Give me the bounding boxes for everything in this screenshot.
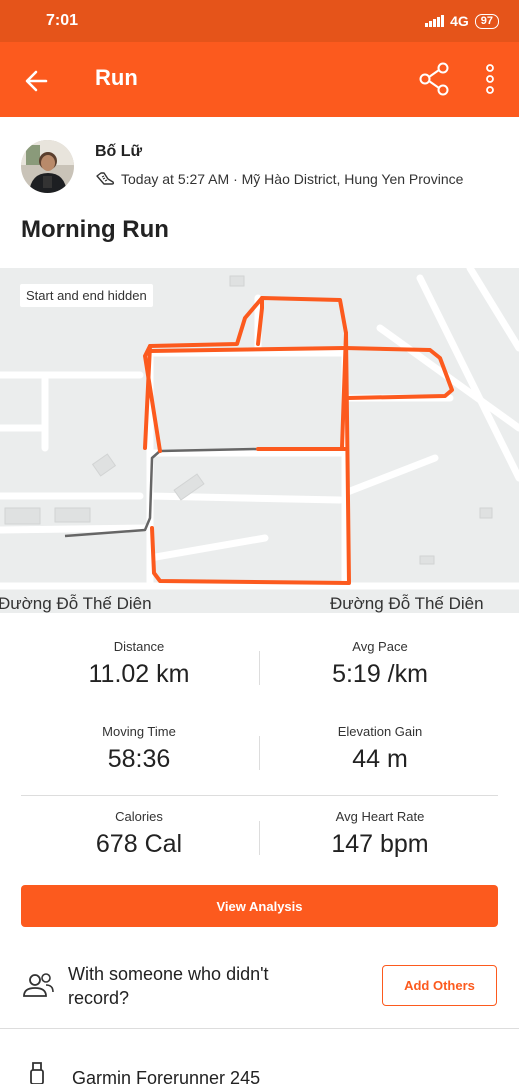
stat-label: Calories bbox=[115, 809, 163, 824]
stat-value: 678 Cal bbox=[95, 830, 183, 858]
activity-title: Morning Run bbox=[21, 216, 169, 243]
stat-value: 147 bpm bbox=[331, 830, 429, 858]
more-options-button[interactable] bbox=[480, 62, 500, 96]
athlete-name[interactable]: Bố Lữ bbox=[95, 143, 142, 161]
stat-divider bbox=[259, 821, 260, 855]
gear-name: Garmin Forerunner 245 bbox=[72, 1068, 261, 1088]
battery-icon: 97 bbox=[474, 13, 499, 29]
street-label-right: Đường Đỗ Thế Diên bbox=[330, 594, 484, 613]
activity-meta: Today at 5:27 AM · Mỹ Hào District, Hung… bbox=[95, 170, 463, 188]
battery-level: 97 bbox=[480, 14, 493, 27]
network-type: 4G bbox=[450, 13, 469, 29]
stat-divider bbox=[259, 736, 260, 770]
back-arrow-icon bbox=[25, 70, 48, 92]
stat-label: Avg Pace bbox=[352, 639, 408, 654]
page-title: Run bbox=[95, 65, 138, 90]
stat-avg-heart-rate: Avg Heart Rate 147 bpm bbox=[270, 809, 490, 859]
stat-elevation-gain: Elevation Gain 44 m bbox=[270, 724, 490, 774]
stat-value: 5:19 /km bbox=[332, 660, 428, 688]
route-map[interactable] bbox=[0, 268, 519, 613]
map-canvas bbox=[0, 268, 519, 613]
stat-value: 44 m bbox=[352, 745, 408, 773]
with-others-prompt: With someone who didn't record? bbox=[68, 964, 269, 1008]
stat-label: Elevation Gain bbox=[337, 724, 423, 739]
status-bar: 7:01 4G 97 bbox=[0, 0, 519, 42]
status-time: 7:01 bbox=[46, 12, 79, 29]
stat-avg-pace: Avg Pace 5:19 /km bbox=[270, 639, 490, 689]
share-icon bbox=[419, 62, 449, 96]
avatar-image bbox=[21, 140, 74, 193]
stat-label: Distance bbox=[113, 639, 165, 654]
activity-meta-text: Today at 5:27 AM · Mỹ Hào District, Hung… bbox=[121, 171, 464, 187]
section-divider bbox=[0, 1028, 519, 1029]
stat-value: 58:36 bbox=[107, 745, 171, 773]
stat-label: Avg Heart Rate bbox=[335, 809, 425, 824]
people-icon bbox=[23, 973, 54, 997]
avatar[interactable] bbox=[21, 140, 74, 193]
watch-icon bbox=[30, 1062, 44, 1084]
stat-moving-time: Moving Time 58:36 bbox=[29, 724, 249, 774]
signal-icon bbox=[425, 15, 445, 27]
map-privacy-badge: Start and end hidden bbox=[20, 284, 153, 307]
add-others-button[interactable]: Add Others bbox=[382, 965, 497, 1006]
section-divider bbox=[21, 795, 498, 796]
stat-distance: Distance 11.02 km bbox=[29, 639, 249, 689]
stat-calories: Calories 678 Cal bbox=[29, 809, 249, 859]
app-bar: Run bbox=[0, 42, 519, 117]
status-indicators: 4G 97 bbox=[425, 13, 499, 29]
back-button[interactable] bbox=[22, 66, 52, 96]
stat-value: 11.02 km bbox=[88, 660, 190, 688]
stat-divider bbox=[259, 651, 260, 685]
view-analysis-button[interactable]: View Analysis bbox=[21, 885, 498, 927]
more-vertical-icon bbox=[486, 64, 494, 94]
stat-label: Moving Time bbox=[102, 724, 176, 739]
share-button[interactable] bbox=[418, 62, 450, 96]
shoe-icon bbox=[96, 172, 115, 185]
street-label-left: Đường Đỗ Thế Diên bbox=[0, 594, 152, 613]
